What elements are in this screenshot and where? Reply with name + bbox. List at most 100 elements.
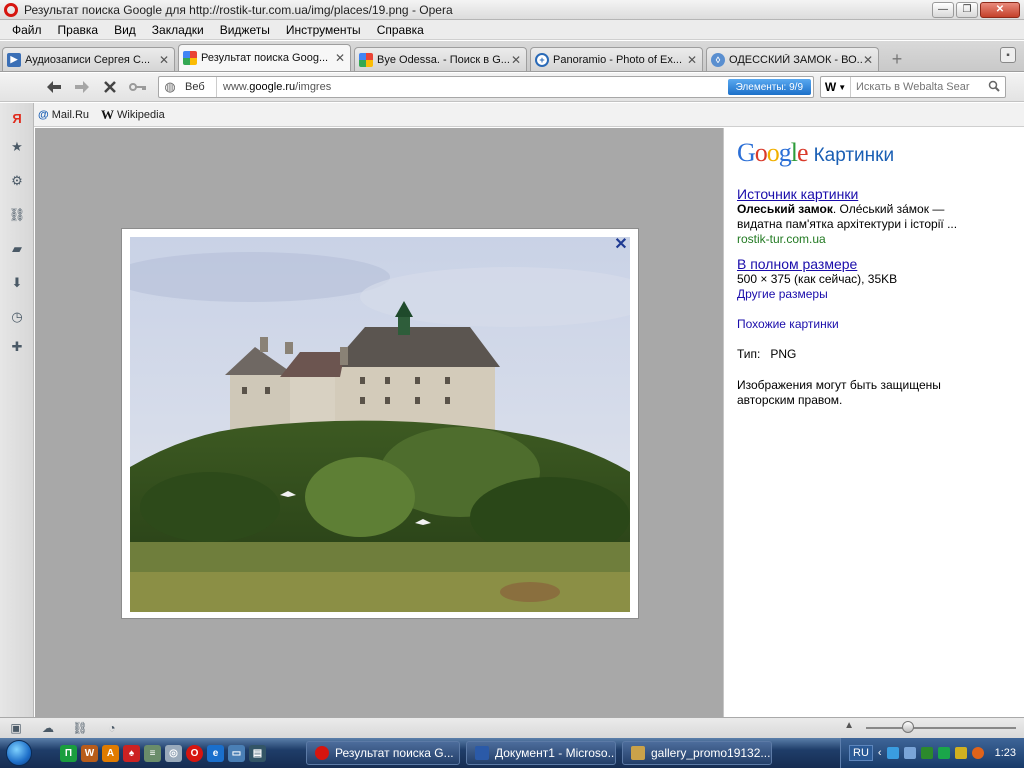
- ie-icon[interactable]: e: [207, 744, 224, 762]
- similar-images-link[interactable]: Похожие картинки: [737, 317, 1012, 331]
- google-images-logo[interactable]: Google Картинки: [737, 138, 1012, 168]
- search-box[interactable]: W ▼: [820, 76, 1006, 98]
- panel-toggle-icon[interactable]: ▣: [0, 721, 32, 735]
- turbo-cloud-icon[interactable]: ☁: [32, 721, 64, 735]
- menu-bookmarks[interactable]: Закладки: [144, 23, 212, 37]
- logo-letter: g: [778, 138, 792, 167]
- back-button[interactable]: [40, 76, 68, 98]
- elements-badge[interactable]: Элементы: 9/9: [727, 79, 811, 95]
- star-icon[interactable]: ★: [8, 138, 26, 156]
- tray-green-icon[interactable]: [920, 747, 933, 759]
- tab-label: Bye Odessa. - Поиск в G...: [377, 53, 510, 66]
- opera-icon[interactable]: O: [186, 744, 203, 762]
- task-gallery[interactable]: gallery_promo19132...: [622, 741, 772, 765]
- bookmark-mailru[interactable]: @ Mail.Ru: [38, 109, 89, 121]
- app-bar-icon[interactable]: W: [81, 744, 98, 762]
- search-input[interactable]: [851, 81, 983, 93]
- tab-odessa-castle[interactable]: ◊ ОДЕССКИЙ ЗАМОК - ВО... ✕: [706, 47, 879, 71]
- url-prefix: www.: [223, 81, 250, 93]
- chevron-left-icon[interactable]: ‹: [878, 747, 882, 759]
- task-word[interactable]: Документ1 - Microso...: [466, 741, 616, 765]
- close-tab-icon[interactable]: ✕: [334, 51, 346, 65]
- tray-app-icon[interactable]: [886, 747, 899, 759]
- close-tab-icon[interactable]: ✕: [158, 53, 170, 67]
- url-text[interactable]: www.google.ru/imgres: [217, 81, 728, 93]
- zoom-knob[interactable]: [902, 721, 914, 733]
- unite-status-icon[interactable]: ⛓: [64, 721, 96, 735]
- side-panel: Я ★ ⚙ ⛓ ▰ ⬇ ◷ ✚: [0, 103, 34, 717]
- avast-icon[interactable]: A: [102, 744, 119, 762]
- unite-icon[interactable]: ⛓: [8, 206, 26, 224]
- panoramio-icon: +: [535, 52, 549, 67]
- key-button[interactable]: [124, 76, 152, 98]
- trash-icon[interactable]: ▪: [1000, 47, 1016, 63]
- quick-launch: П W A ♠ ≡ ◎ O e ▭ ▤: [60, 744, 266, 762]
- cards-icon[interactable]: ♠: [123, 744, 140, 762]
- language-indicator[interactable]: RU: [849, 745, 873, 761]
- search-icon[interactable]: [983, 80, 1005, 95]
- source-snippet-line-2: видатна пам'ятка архітектури і історії .…: [737, 217, 958, 231]
- forward-button[interactable]: [68, 76, 96, 98]
- bookmark-wikipedia[interactable]: W Wikipedia: [101, 107, 165, 123]
- status-bar: ▣ ☁ ⛓ ◔ ▲: [0, 717, 1024, 738]
- yandex-icon[interactable]: Я: [8, 109, 26, 127]
- bookmark-label: Wikipedia: [117, 108, 165, 121]
- tab-audio[interactable]: ▶ Аудиозаписи Сергея С... ✕: [2, 47, 175, 71]
- new-tab-button[interactable]: +: [886, 48, 908, 70]
- castle-photo[interactable]: [130, 237, 630, 612]
- source-link[interactable]: Источник картинки: [737, 186, 1012, 202]
- window-title: Результат поиска Google для http://rosti…: [24, 2, 453, 17]
- menu-file[interactable]: Файл: [4, 23, 50, 37]
- tray-status-icon[interactable]: [937, 747, 950, 759]
- menu-view[interactable]: Вид: [106, 23, 144, 37]
- image-preview-frame: ✕: [121, 228, 639, 619]
- close-tab-icon[interactable]: ✕: [862, 53, 874, 67]
- clock[interactable]: 1:23: [995, 747, 1016, 759]
- menu-edit[interactable]: Правка: [50, 23, 107, 37]
- tab-panoramio[interactable]: + Panoramio - Photo of Ex... ✕: [530, 47, 703, 71]
- gear-icon[interactable]: ⚙: [8, 172, 26, 190]
- tray-yellow-icon[interactable]: [954, 747, 967, 759]
- type-value: PNG: [770, 347, 797, 361]
- stop-button[interactable]: [96, 76, 124, 98]
- tab-bye-odessa[interactable]: Bye Odessa. - Поиск в G... ✕: [354, 47, 527, 71]
- full-size-link[interactable]: В полном размере: [737, 256, 1012, 272]
- zoom-slider[interactable]: [866, 721, 1016, 733]
- tab-google-result[interactable]: Результат поиска Goog... ✕: [178, 44, 351, 71]
- minimize-button[interactable]: —: [932, 1, 954, 18]
- app-gray-icon[interactable]: ≡: [144, 744, 161, 762]
- menu-tools[interactable]: Инструменты: [278, 23, 369, 37]
- history-icon[interactable]: ◷: [8, 308, 26, 326]
- downloads-icon[interactable]: ⬇: [8, 274, 26, 292]
- image-size-text: 500 × 375 (как сейчас), 35KB: [737, 272, 898, 286]
- notes-icon[interactable]: ▰: [8, 240, 26, 258]
- zoom-view-icon[interactable]: ▲: [844, 720, 854, 731]
- other-sizes-link[interactable]: Другие размеры: [737, 287, 1012, 301]
- source-domain[interactable]: rostik-tur.com.ua: [737, 232, 1012, 246]
- tray-orange-icon[interactable]: [971, 747, 984, 759]
- web-mode-label[interactable]: Веб: [181, 77, 217, 97]
- menu-help[interactable]: Справка: [369, 23, 432, 37]
- start-button[interactable]: [0, 738, 38, 768]
- address-field[interactable]: ◍ Веб www.google.ru/imgres Элементы: 9/9: [158, 76, 814, 98]
- archive-icon: [631, 746, 645, 760]
- menu-bar: Файл Правка Вид Закладки Виджеты Инструм…: [0, 20, 1024, 40]
- speed-dial-icon[interactable]: ◔: [96, 721, 128, 735]
- desktop-icon[interactable]: ▭: [228, 744, 245, 762]
- close-preview-button[interactable]: ✕: [612, 235, 630, 253]
- task-label: Документ1 - Microso...: [495, 746, 616, 760]
- task-opera[interactable]: Результат поиска G...: [306, 741, 460, 765]
- close-tab-icon[interactable]: ✕: [510, 53, 522, 67]
- menu-widgets[interactable]: Виджеты: [212, 23, 278, 37]
- network-icon[interactable]: [903, 747, 916, 759]
- magnifier-app-icon[interactable]: ◎: [165, 744, 182, 762]
- close-window-button[interactable]: ✕: [980, 1, 1020, 18]
- image-type: Тип: PNG: [737, 347, 1012, 362]
- app-green-icon[interactable]: П: [60, 744, 77, 762]
- webalta-search-engine-icon[interactable]: W ▼: [821, 77, 851, 97]
- maximize-button[interactable]: ❐: [956, 1, 978, 18]
- bookmark-label: Mail.Ru: [51, 108, 90, 121]
- app-flags-icon[interactable]: ▤: [249, 744, 266, 762]
- add-panel-icon[interactable]: ✚: [8, 338, 26, 356]
- close-tab-icon[interactable]: ✕: [686, 53, 698, 67]
